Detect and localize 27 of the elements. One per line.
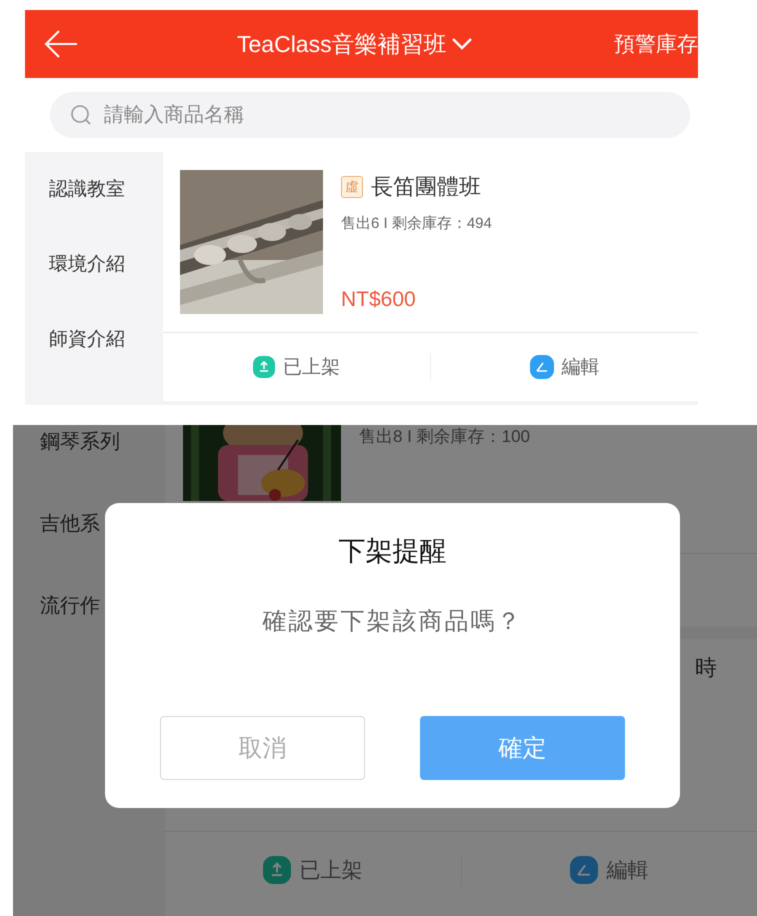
edit-button[interactable]: 編輯: [431, 354, 698, 380]
dialog-title: 下架提醒: [338, 535, 446, 568]
sales-stats: 售出8 I 剩余庫存：100: [359, 426, 530, 448]
category-item[interactable]: 鋼琴系列: [13, 427, 165, 509]
upload-icon: [253, 356, 275, 378]
category-item[interactable]: 認識教室: [25, 162, 163, 237]
product-title: 時: [695, 654, 717, 682]
cancel-button[interactable]: 取消: [160, 716, 365, 780]
product-title: 長笛團體班: [371, 173, 481, 201]
category-item[interactable]: 師資介紹: [25, 312, 163, 387]
edit-button[interactable]: 編輯: [462, 856, 757, 884]
back-button[interactable]: [43, 29, 79, 59]
pencil-icon: [570, 856, 598, 884]
listed-button[interactable]: 已上架: [165, 856, 460, 884]
product-price: NT$600: [341, 288, 417, 312]
listed-button[interactable]: 已上架: [163, 354, 430, 380]
search-field[interactable]: 請輸入商品名稱: [50, 92, 690, 138]
category-item[interactable]: 環境介紹: [25, 237, 163, 312]
confirm-button[interactable]: 確定: [420, 716, 625, 780]
chevron-down-icon: [450, 37, 473, 51]
pencil-icon: [530, 355, 554, 379]
dialog-message: 確認要下架該商品嗎？: [262, 607, 522, 637]
store-selector[interactable]: TeaClass音樂補習班: [237, 28, 473, 60]
virtual-tag: 虛: [341, 176, 363, 198]
sales-stats: 售出6 I 剩余庫存：494: [341, 214, 492, 233]
stock-alert-link[interactable]: 預警庫存: [614, 30, 698, 58]
upload-icon: [263, 856, 292, 884]
